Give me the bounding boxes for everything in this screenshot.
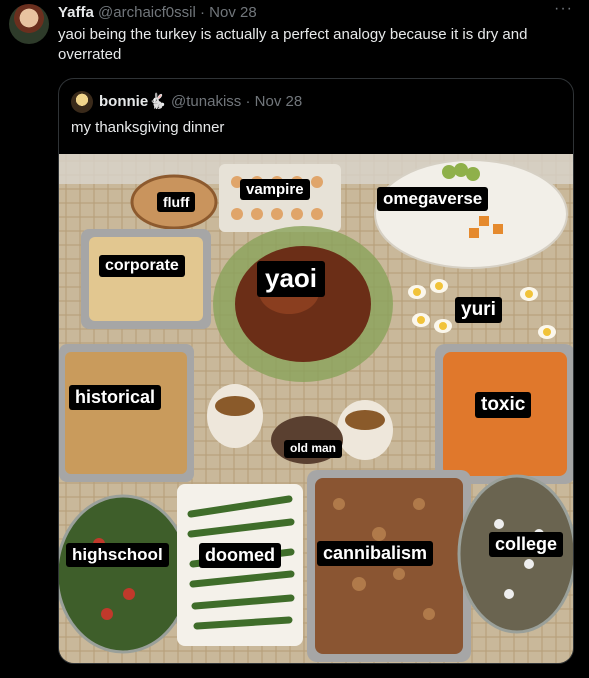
label-old-man: old man	[284, 440, 343, 458]
quoted-tweet-text: my thanksgiving dinner	[71, 119, 225, 136]
author-name[interactable]: Yaffa	[58, 4, 94, 21]
tweet-header: Yaffa @archaicf0ssil · Nov 28	[58, 4, 257, 21]
label-historical: historical	[69, 385, 162, 410]
quoted-tweet-header: bonnie🐇 @tunakiss · Nov 28	[99, 92, 302, 110]
label-doomed: doomed	[199, 543, 281, 568]
rabbit-emoji-icon: 🐇	[148, 93, 167, 110]
author-avatar[interactable]	[9, 4, 49, 44]
label-yuri: yuri	[455, 297, 502, 323]
quoted-tweet[interactable]: bonnie🐇 @tunakiss · Nov 28 my thanksgivi…	[58, 78, 574, 664]
label-toxic: toxic	[475, 392, 532, 418]
label-cannibalism: cannibalism	[317, 541, 434, 566]
label-omegaverse: omegaverse	[377, 187, 489, 211]
tweet-date[interactable]: Nov 28	[209, 4, 257, 21]
tweet-text: yaoi being the turkey is actually a perf…	[58, 26, 528, 63]
label-vampire: vampire	[240, 179, 310, 201]
quoted-author-handle[interactable]: @tunakiss	[171, 93, 241, 110]
separator: ·	[199, 4, 205, 21]
more-options-icon[interactable]: ···	[554, 0, 573, 18]
label-corporate: corporate	[99, 255, 185, 278]
separator: ·	[245, 93, 251, 110]
label-highschool: highschool	[66, 543, 169, 567]
label-yaoi: yaoi	[257, 261, 326, 297]
quoted-tweet-date[interactable]: Nov 28	[255, 93, 303, 110]
quoted-author-name[interactable]: bonnie	[99, 93, 148, 110]
label-fluff: fluff	[157, 192, 196, 213]
quoted-author-avatar[interactable]	[71, 91, 93, 113]
thanksgiving-dinner-photo[interactable]: fluff vampire omegaverse corporate yaoi …	[59, 154, 573, 663]
label-college: college	[489, 532, 564, 557]
author-handle[interactable]: @archaicf0ssil	[98, 4, 196, 21]
